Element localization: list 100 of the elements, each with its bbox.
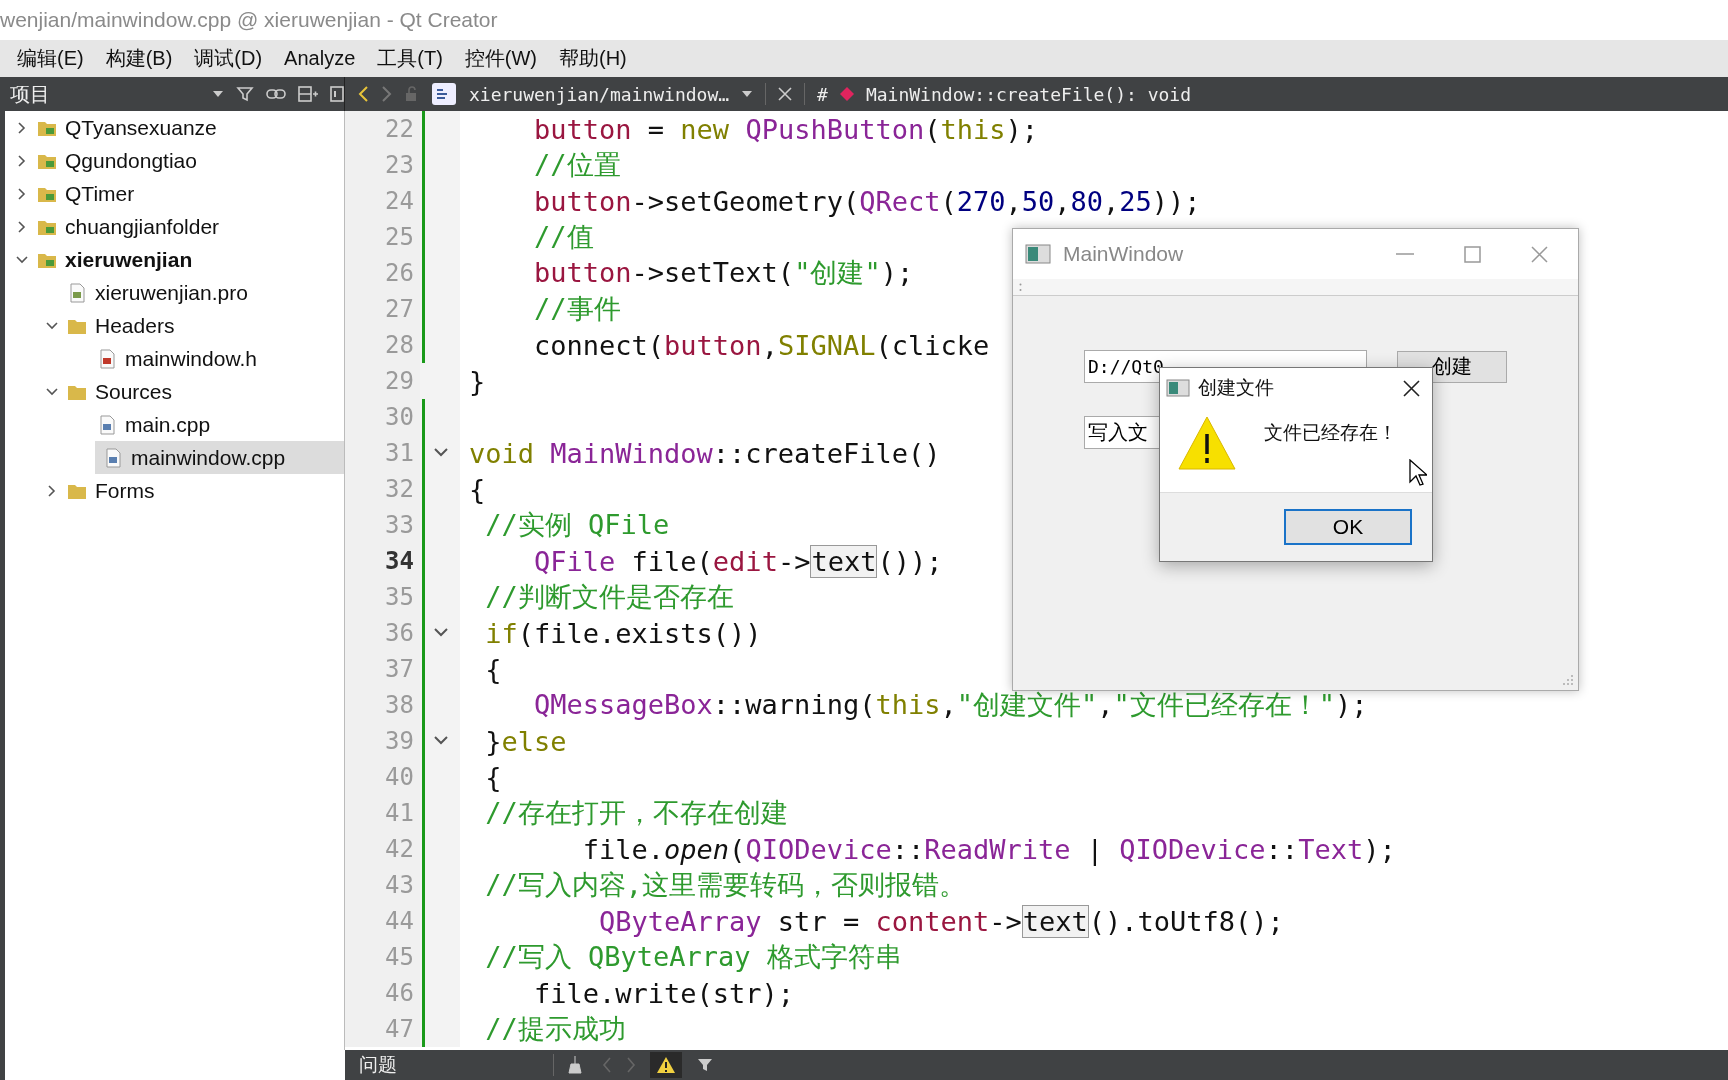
line-number: 34 bbox=[345, 543, 420, 579]
code-line: QByteArray str = content->text().toUtf8(); bbox=[598, 905, 1284, 937]
dropdown-caret-icon[interactable] bbox=[212, 90, 224, 98]
ok-button[interactable]: OK bbox=[1284, 509, 1412, 545]
line-number: 46 bbox=[345, 975, 420, 1011]
line-number: 26 bbox=[345, 255, 420, 291]
file-icon bbox=[97, 414, 117, 435]
code-line: //值 bbox=[533, 220, 594, 254]
line-number: 43 bbox=[345, 867, 420, 903]
menu-item[interactable]: 编辑(E) bbox=[6, 45, 95, 72]
hash-label: # bbox=[817, 83, 828, 105]
code-line: QFile file(edit->text()); bbox=[533, 545, 943, 577]
warning-filter-button[interactable] bbox=[650, 1052, 682, 1078]
code-line: button->setGeometry(QRect(270,50,80,25)); bbox=[533, 185, 1201, 217]
menu-item[interactable]: 控件(W) bbox=[453, 45, 548, 72]
warning-icon bbox=[1178, 416, 1236, 470]
code-line: //提示成功 bbox=[484, 1012, 626, 1046]
line-number: 47 bbox=[345, 1011, 420, 1047]
file-icon bbox=[103, 447, 123, 468]
file-icon bbox=[67, 282, 87, 303]
symbol-selector[interactable]: MainWindow::createFile(): void bbox=[865, 83, 1192, 105]
line-number: 44 bbox=[345, 903, 420, 939]
menu-item[interactable]: 工具(T) bbox=[366, 45, 454, 72]
line-number: 37 bbox=[345, 651, 420, 687]
tree-item[interactable]: Headers bbox=[5, 309, 344, 342]
code-line: //判断文件是否存在 bbox=[484, 580, 734, 614]
tree-item[interactable]: chuangjianfolder bbox=[5, 210, 344, 243]
line-number: 40 bbox=[345, 759, 420, 795]
line-number: 36 bbox=[345, 615, 420, 651]
code-line: }else bbox=[484, 725, 567, 757]
window-title: wenjian/mainwindow.cpp @ xieruwenjian - Qt Creator bbox=[0, 8, 498, 32]
line-number: 23 bbox=[345, 147, 420, 183]
line-number: 28 bbox=[345, 327, 420, 363]
line-number: 22 bbox=[345, 111, 420, 147]
issues-tab[interactable]: 问题 bbox=[359, 1052, 539, 1078]
line-number: 32 bbox=[345, 471, 420, 507]
tree-item[interactable]: Sources bbox=[5, 375, 344, 408]
resize-grip-icon[interactable] bbox=[1562, 674, 1574, 686]
tree-item[interactable]: QTimer bbox=[5, 177, 344, 210]
tree-item[interactable]: Forms bbox=[5, 474, 344, 507]
tree-item[interactable]: main.cpp bbox=[5, 408, 344, 441]
line-number: 38 bbox=[345, 687, 420, 723]
window-icon bbox=[1166, 379, 1190, 397]
tree-item[interactable]: mainwindow.h bbox=[5, 342, 344, 375]
line-number: 24 bbox=[345, 183, 420, 219]
line-number: 27 bbox=[345, 291, 420, 327]
line-number: 41 bbox=[345, 795, 420, 831]
file-icon bbox=[97, 348, 117, 369]
code-line: QMessageBox::warning(this,"创建文件","文件已经存在！"); bbox=[533, 688, 1368, 722]
close-pane-icon[interactable] bbox=[330, 86, 344, 102]
code-line: //位置 bbox=[533, 148, 621, 182]
code-line: { bbox=[484, 761, 502, 793]
filter-icon[interactable] bbox=[696, 1056, 714, 1074]
code-line: file.write(str); bbox=[533, 977, 795, 1009]
close-icon[interactable] bbox=[1403, 379, 1420, 397]
dialog-message: 文件已经存在！ bbox=[1264, 421, 1397, 445]
code-line: //写入 QByteArray 格式字符串 bbox=[484, 940, 902, 974]
back-icon[interactable] bbox=[357, 85, 369, 103]
tree-item[interactable]: mainwindow.cpp bbox=[95, 441, 344, 474]
code-line: void MainWindow::createFile() bbox=[468, 437, 941, 469]
dropdown-caret-icon[interactable] bbox=[741, 90, 754, 98]
line-number: 45 bbox=[345, 939, 420, 975]
window-title: MainWindow bbox=[1063, 242, 1184, 266]
code-line: //实例 QFile bbox=[484, 508, 670, 542]
toolbar-handle-icon[interactable] bbox=[1019, 282, 1022, 292]
code-line: { bbox=[468, 473, 486, 505]
code-line: if(file.exists()) bbox=[484, 617, 762, 649]
tree-item[interactable]: xieruwenjian bbox=[5, 243, 344, 276]
tree-item[interactable]: QTyansexuanze bbox=[5, 111, 344, 144]
code-line: button = new QPushButton(this); bbox=[533, 113, 1038, 145]
line-number: 39 bbox=[345, 723, 420, 759]
diamond-icon bbox=[839, 87, 854, 101]
line-number: 42 bbox=[345, 831, 420, 867]
line-number: 33 bbox=[345, 507, 420, 543]
warning-icon bbox=[656, 1056, 676, 1074]
menu-item[interactable]: 调试(D) bbox=[183, 45, 274, 72]
line-number: 25 bbox=[345, 219, 420, 255]
split-icon[interactable] bbox=[298, 86, 318, 102]
menu-item[interactable]: 帮助(H) bbox=[548, 45, 638, 72]
mouse-cursor-icon bbox=[1409, 459, 1427, 487]
filter-icon[interactable] bbox=[236, 85, 254, 103]
code-line: //存在打开，不存在创建 bbox=[484, 796, 788, 830]
line-number: 31 bbox=[345, 435, 420, 471]
code-line: button->setText("创建"); bbox=[533, 256, 914, 290]
window-icon bbox=[1025, 244, 1051, 264]
link-icon[interactable] bbox=[266, 87, 286, 101]
code-line: connect(button,SIGNAL(clicke bbox=[533, 329, 990, 361]
tree-item[interactable]: xieruwenjian.pro bbox=[5, 276, 344, 309]
menu-item[interactable]: 构建(B) bbox=[94, 45, 184, 72]
tree-item[interactable]: Qgundongtiao bbox=[5, 144, 344, 177]
file-selector[interactable]: xieruwenjian/mainwindow… bbox=[469, 83, 730, 105]
line-number: 35 bbox=[345, 579, 420, 615]
code-line: //写入内容,这里需要转码，否则报错。 bbox=[484, 868, 967, 902]
cpp-file-icon bbox=[431, 82, 457, 106]
code-line: } bbox=[468, 365, 486, 397]
code-line: //事件 bbox=[533, 292, 621, 326]
code-line: file.open(QIODevice::ReadWrite | QIODevice::Text); bbox=[581, 833, 1396, 865]
code-line: { bbox=[484, 653, 502, 685]
project-selector[interactable]: 项目 bbox=[10, 80, 200, 108]
menu-item[interactable]: Analyze bbox=[273, 47, 367, 70]
